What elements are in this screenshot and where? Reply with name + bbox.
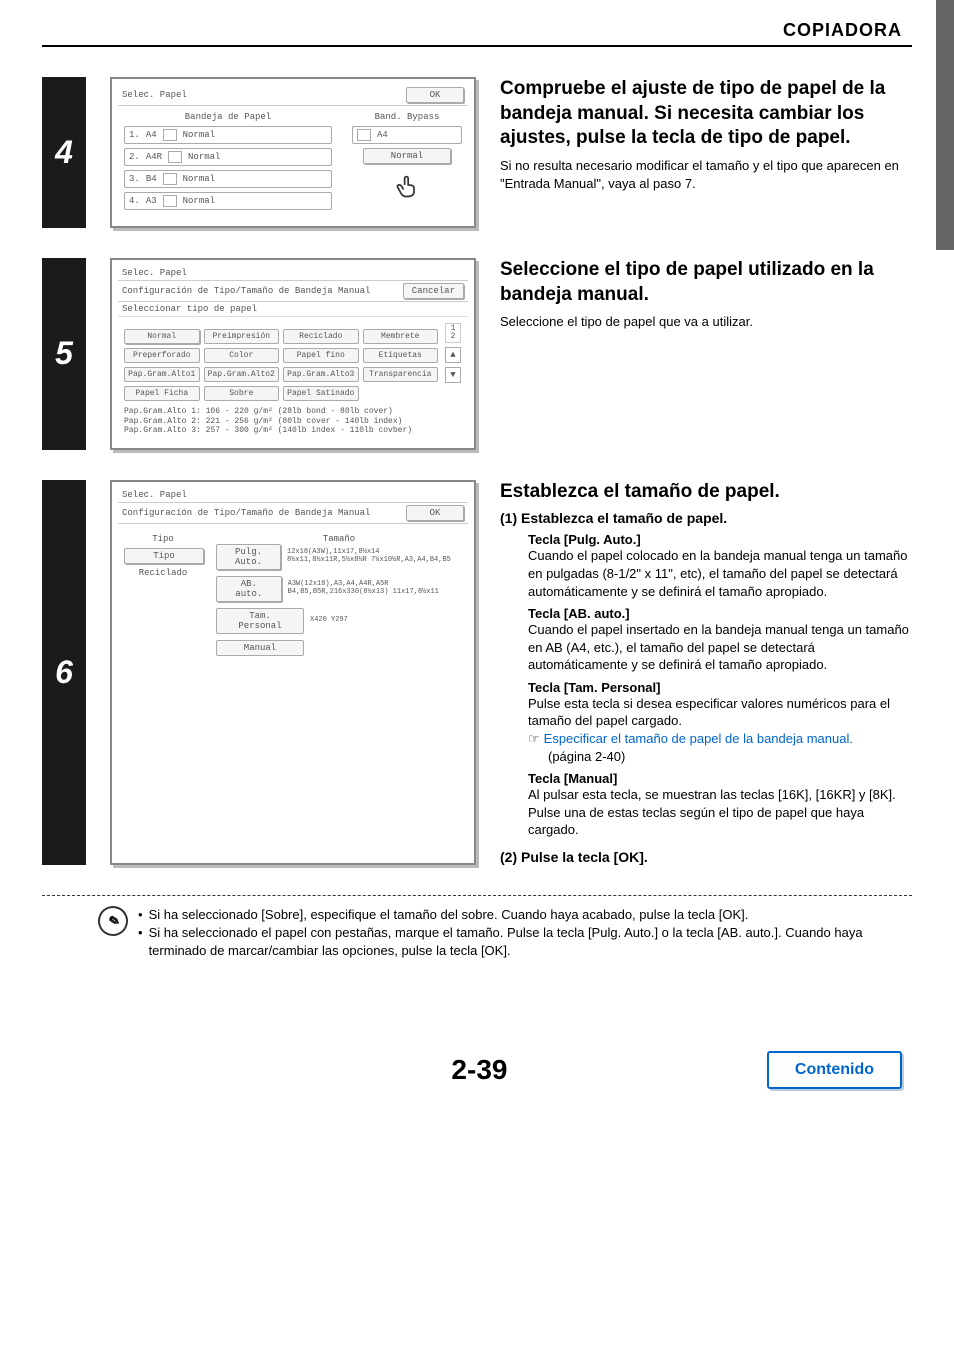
contents-link[interactable]: Contenido xyxy=(767,1051,902,1089)
screen-subtitle: Configuración de Tipo/Tamaño de Bandeja … xyxy=(122,508,370,518)
paper-type-button[interactable]: Papel Ficha xyxy=(124,386,200,401)
size-button-manual[interactable]: Manual xyxy=(216,640,304,656)
step-number: 5 xyxy=(42,258,86,450)
key-label: Tecla [Manual] xyxy=(528,771,912,786)
paper-type-button[interactable]: Papel Satinado xyxy=(283,386,359,401)
paper-type-button[interactable]: Pap.Gram.Alto3 xyxy=(283,367,359,382)
step5-lead: Seleccione el tipo de papel utilizado en… xyxy=(500,258,912,307)
page-up-button[interactable]: ▲ xyxy=(445,347,461,363)
tipo-value: Reciclado xyxy=(124,568,202,578)
tray-row[interactable]: 2.A4RNormal xyxy=(124,148,332,166)
size-desc: A3W(12x18),A3,A4,A4R,A5R B4,B5,B5R,216x3… xyxy=(288,581,462,596)
section-tab xyxy=(936,0,954,250)
bypass-size[interactable]: A4 xyxy=(352,126,462,144)
tipo-header: Tipo xyxy=(124,534,202,544)
size-desc: X420 Y297 xyxy=(310,617,348,625)
tap-hand-icon xyxy=(352,172,462,203)
screen-title-label: Selec. Papel xyxy=(122,268,187,278)
step-5: 5 Selec. Papel Configuración de Tipo/Tam… xyxy=(42,258,912,450)
bypass-type-button[interactable]: Normal xyxy=(363,148,451,164)
tipo-button[interactable]: Tipo xyxy=(124,548,204,564)
weight-note: Pap.Gram.Alto 2: 221 - 256 g/m² (80lb co… xyxy=(124,417,462,427)
paper-type-button[interactable]: Preperforado xyxy=(124,348,200,363)
ref-page: (página 2-40) xyxy=(528,748,912,766)
screen-select-paper-4: Selec. Papel OK Bandeja de Papel 1.A4Nor… xyxy=(110,77,476,228)
paper-type-button[interactable]: Membrete xyxy=(363,329,439,344)
paper-type-button[interactable]: Pap.Gram.Alto2 xyxy=(204,367,280,382)
header-title: COPIADORA xyxy=(42,20,912,41)
paper-tray-header: Bandeja de Papel xyxy=(124,112,332,122)
size-desc: 12x18(A3W),11x17,8½x14 8½x11,8½x11R,5½x8… xyxy=(287,549,462,564)
key-body: Pulse esta tecla si desea especificar va… xyxy=(528,695,912,730)
step-6: 6 Selec. Papel Configuración de Tipo/Tam… xyxy=(42,480,912,865)
key-body: Cuando el papel insertado en la bandeja … xyxy=(528,621,912,674)
bypass-header: Band. Bypass xyxy=(352,112,462,122)
header-rule xyxy=(42,45,912,47)
step6-item2: (2) Pulse la tecla [OK]. xyxy=(500,849,912,865)
step5-sub: Seleccione el tipo de papel que va a uti… xyxy=(500,313,912,331)
tray-row[interactable]: 1.A4Normal xyxy=(124,126,332,144)
step6-item1: (1) Establezca el tamaño de papel. xyxy=(500,510,912,526)
screen-title-label: Selec. Papel xyxy=(122,90,187,100)
screen-subtitle: Configuración de Tipo/Tamaño de Bandeja … xyxy=(122,286,370,296)
ok-button[interactable]: OK xyxy=(406,505,464,521)
note-icon: ✎ xyxy=(94,902,132,940)
level-icon xyxy=(163,129,177,141)
screen-select-paper-5: Selec. Papel Configuración de Tipo/Tamañ… xyxy=(110,258,476,450)
level-icon xyxy=(163,195,177,207)
paper-type-button[interactable]: Normal xyxy=(124,329,200,344)
key-label: Tecla [Tam. Personal] xyxy=(528,680,912,695)
bullet: • xyxy=(138,924,143,960)
key-body: Al pulsar esta tecla, se muestran las te… xyxy=(528,786,912,839)
note-text: Si ha seleccionado el papel con pestañas… xyxy=(149,924,912,960)
weight-note: Pap.Gram.Alto 3: 257 - 300 g/m² (140lb i… xyxy=(124,426,462,436)
paper-type-button[interactable]: Color xyxy=(204,348,280,363)
weight-note: Pap.Gram.Alto 1: 106 - 220 g/m² (28lb bo… xyxy=(124,407,462,417)
paper-type-button[interactable]: Reciclado xyxy=(283,329,359,344)
screen-title-label: Selec. Papel xyxy=(122,490,187,500)
note-text: Si ha seleccionado [Sobre], especifique … xyxy=(149,906,749,924)
level-icon xyxy=(168,151,182,163)
key-label: Tecla [Pulg. Auto.] xyxy=(528,532,912,547)
page-down-button[interactable]: ▼ xyxy=(445,367,461,383)
select-type-label: Seleccionar tipo de papel xyxy=(118,302,468,317)
step6-lead: Establezca el tamaño de papel. xyxy=(500,480,912,505)
paper-type-button[interactable]: Papel fino xyxy=(283,348,359,363)
bullet: • xyxy=(138,906,143,924)
size-button-inch-auto[interactable]: Pulg. Auto. xyxy=(216,544,281,570)
step-4: 4 Selec. Papel OK Bandeja de Papel 1.A4N… xyxy=(42,77,912,228)
step-number: 6 xyxy=(42,480,86,865)
cross-reference-link[interactable]: Especificar el tamaño de papel de la ban… xyxy=(544,731,853,746)
paper-type-button[interactable]: Etiquetas xyxy=(363,348,439,363)
key-label: Tecla [AB. auto.] xyxy=(528,606,912,621)
tray-row[interactable]: 4.A3Normal xyxy=(124,192,332,210)
page-number: 2-39 xyxy=(192,1054,767,1086)
cancel-button[interactable]: Cancelar xyxy=(403,283,464,299)
step-number: 4 xyxy=(42,77,86,228)
paper-type-button[interactable]: Pap.Gram.Alto1 xyxy=(124,367,200,382)
paper-type-button[interactable]: Preimpresión xyxy=(204,329,280,344)
size-button-custom[interactable]: Tam. Personal xyxy=(216,608,304,634)
ok-button[interactable]: OK xyxy=(406,87,464,103)
screen-select-paper-6: Selec. Papel Configuración de Tipo/Tamañ… xyxy=(110,480,476,865)
step4-sub: Si no resulta necesario modificar el tam… xyxy=(500,157,912,193)
notes-block: ✎ •Si ha seleccionado [Sobre], especifiq… xyxy=(42,906,912,961)
level-icon xyxy=(357,129,371,141)
separator xyxy=(42,895,912,896)
page-indicator: 12 xyxy=(445,323,461,343)
paper-type-button[interactable]: Transparencia xyxy=(363,367,439,382)
size-button-ab-auto[interactable]: AB. auto. xyxy=(216,576,282,602)
level-icon xyxy=(163,173,177,185)
key-body: Cuando el papel colocado en la bandeja m… xyxy=(528,547,912,600)
step4-lead: Compruebe el ajuste de tipo de papel de … xyxy=(500,77,912,151)
tamano-header: Tamaño xyxy=(216,534,462,544)
reference-icon: ☞ xyxy=(528,731,540,746)
paper-type-button[interactable]: Sobre xyxy=(204,386,280,401)
tray-row[interactable]: 3.B4Normal xyxy=(124,170,332,188)
